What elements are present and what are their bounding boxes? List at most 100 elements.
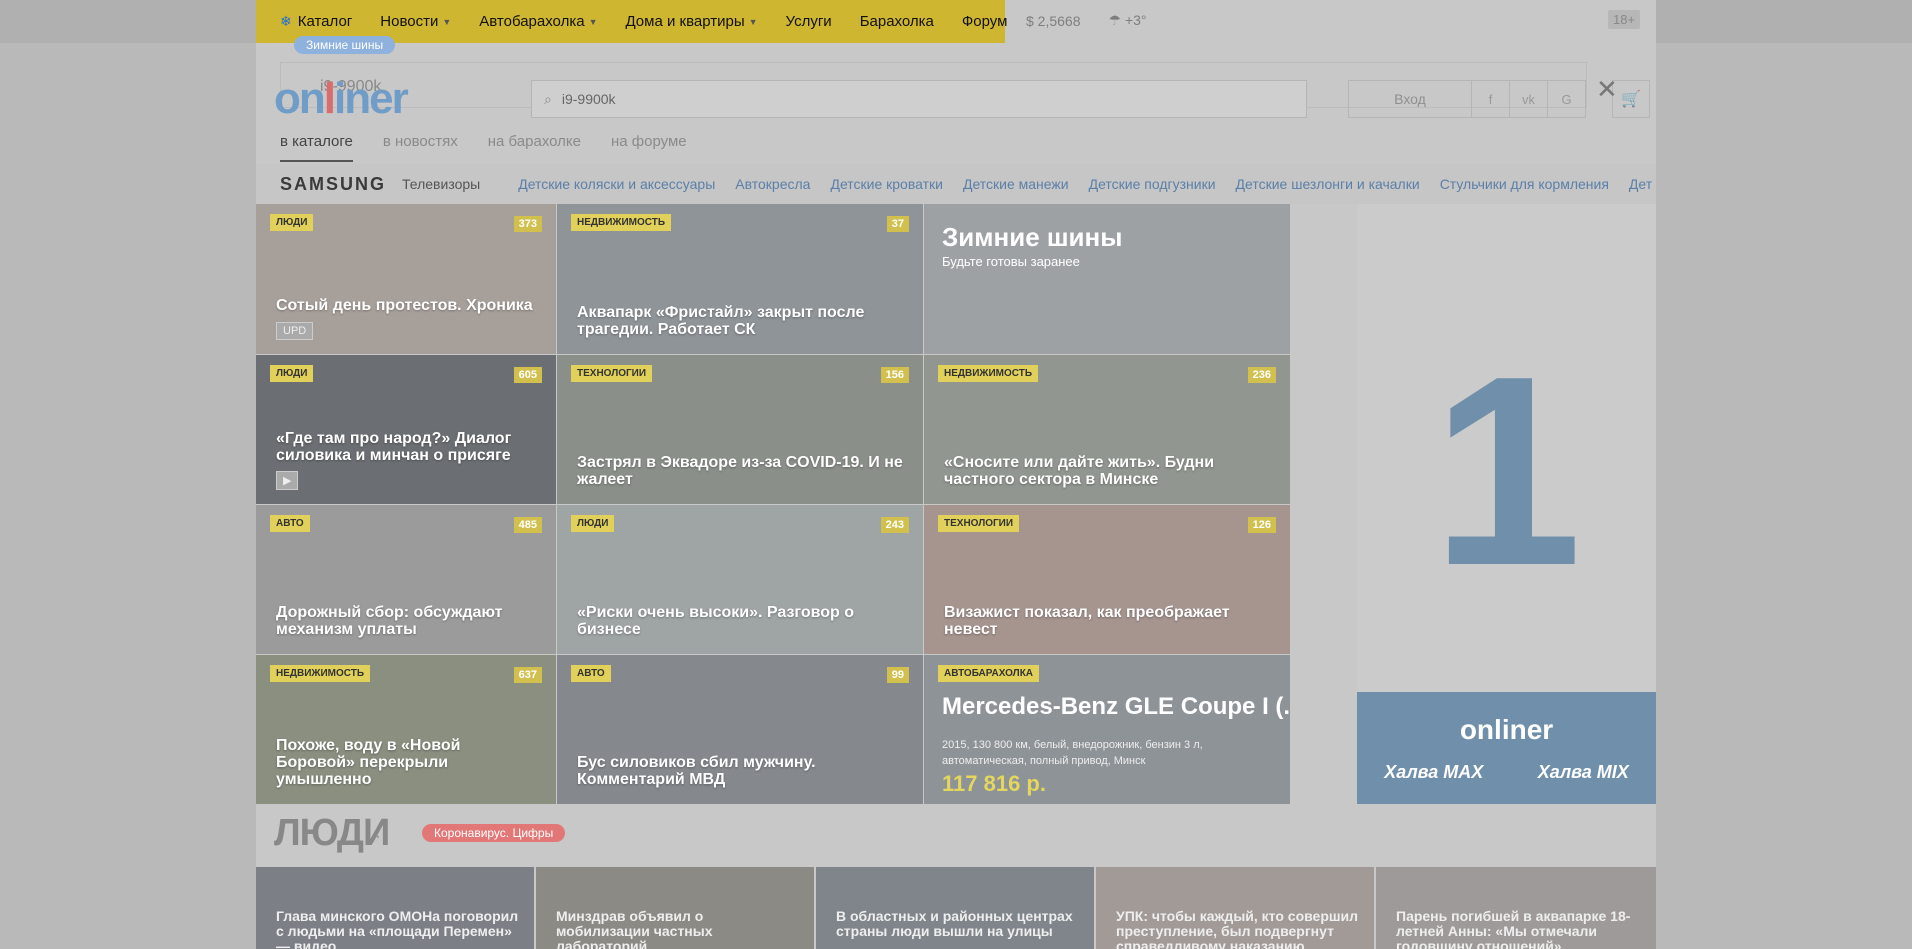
comments-count: 243	[880, 517, 909, 533]
news-card[interactable]: В областных и районных центрах страны лю…	[816, 867, 1094, 949]
news-title: Парень погибшей в аквапарке 18-летней Ан…	[1396, 908, 1631, 949]
page: ❄ Каталог Новости ▼ Автобарахолка ▼ Дома и …	[256, 0, 1656, 949]
promo-title: Зимние шины	[942, 222, 1123, 252]
upd-badge: UPD	[276, 322, 314, 340]
news-card[interactable]: Минздрав объявил о мобилизации частных л…	[536, 867, 814, 949]
category-tag: ТЕХНОЛОГИИ	[938, 515, 1020, 532]
comments-count: 126	[1247, 517, 1276, 533]
corona-pill[interactable]: Коронавирус. Цифры	[422, 824, 566, 842]
nav-item-catalog[interactable]: ❄ Каталог	[280, 13, 352, 30]
category-tag: НЕДВИЖИМОСТЬ	[270, 665, 371, 682]
news-tile[interactable]: ТЕХНОЛОГИИ 156 Застрял в Эквадоре из-за …	[557, 355, 923, 504]
catalog-brand-row: SAMSUNG Телевизоры Детские коляски и акс…	[256, 164, 1656, 204]
nav-item-services[interactable]: Услуги	[786, 13, 832, 30]
news-grid: ЛЮДИ 373 Сотый день протестов. Хроника U…	[256, 204, 1357, 804]
news-title: Аквапарк «Фристайл» закрыт после трагеди…	[577, 304, 865, 338]
brand-tv-link[interactable]: Телевизоры	[402, 176, 480, 192]
tab-forum[interactable]: на форуме	[611, 133, 687, 162]
category-link[interactable]: Детские манежи	[963, 176, 1069, 192]
close-icon[interactable]: ✕	[1596, 74, 1618, 105]
category-tag: АВТОБАРАХОЛКА	[938, 665, 1040, 682]
comments-count: 236	[1247, 367, 1276, 383]
category-link[interactable]: Дет	[1629, 176, 1652, 192]
news-tile[interactable]: ЛЮДИ 605 «Где там про народ?» Диалог сил…	[256, 355, 556, 504]
tab-news[interactable]: в новостях	[383, 133, 458, 162]
promo-tile[interactable]: Зимние шины Будьте готовы заранее	[924, 204, 1290, 354]
category-link[interactable]: Детские подгузники	[1089, 176, 1216, 192]
number-one-graphic: 1	[1432, 321, 1582, 622]
car-ad-tile[interactable]: АВТОБАРАХОЛКА Mercedes-Benz GLE Coupe I …	[924, 655, 1290, 804]
news-tile[interactable]: НЕДВИЖИМОСТЬ 236 «Сносите или дайте жить…	[924, 355, 1290, 504]
section-title[interactable]: ЛЮДИ	[274, 812, 390, 855]
news-tile[interactable]: НЕДВИЖИМОСТЬ 37 Аквапарк «Фристайл» закр…	[557, 204, 923, 354]
category-tag: ЛЮДИ	[270, 214, 314, 231]
search-tabs: в каталоге в новостях на барахолке на фо…	[280, 133, 687, 162]
facebook-icon[interactable]: f	[1471, 81, 1509, 117]
login-button[interactable]: Вход	[1349, 81, 1471, 117]
category-tag: АВТО	[571, 665, 611, 682]
halva-mix-logo: Халва MIX	[1537, 762, 1629, 782]
category-tag: НЕДВИЖИМОСТЬ	[938, 365, 1039, 382]
comments-count: 156	[880, 367, 909, 383]
vk-icon[interactable]: vk	[1509, 81, 1547, 117]
people-section: ЛЮДИ ◔ Коронавирус. Цифры Глава минского…	[256, 804, 1656, 949]
category-link[interactable]: Автокресла	[735, 176, 810, 192]
onliner-logo[interactable]: onliner	[274, 74, 409, 124]
car-title: Mercedes-Benz GLE Coupe I (...	[942, 693, 1290, 720]
news-title: УПК: чтобы каждый, кто совершил преступл…	[1116, 908, 1359, 949]
chevron-down-icon: ▼	[588, 16, 598, 27]
category-tag: ЛЮДИ	[270, 365, 314, 382]
news-tile[interactable]: АВТО 99 Бус силовиков сбил мужчину. Комм…	[557, 655, 923, 804]
news-tile[interactable]: АВТО 485 Дорожный сбор: обсуждают механи…	[256, 505, 556, 654]
category-link[interactable]: Детские кроватки	[830, 176, 943, 192]
category-link[interactable]: Детские шезлонги и качалки	[1236, 176, 1420, 192]
nav-item-baraholka[interactable]: Барахолка	[860, 13, 934, 30]
news-tile[interactable]: ЛЮДИ 373 Сотый день протестов. Хроника U…	[256, 204, 556, 354]
news-title: Застрял в Эквадоре из-за COVID-19. И не …	[577, 454, 903, 488]
login-bar: Вход f vk G	[1348, 80, 1586, 118]
people-news-row: Глава минского ОМОНа поговорил с людьми …	[256, 867, 1656, 949]
nav-item-news[interactable]: Новости ▼	[380, 13, 451, 30]
news-tile[interactable]: ТЕХНОЛОГИИ 126 Визажист показал, как пре…	[924, 505, 1290, 654]
google-icon[interactable]: G	[1547, 81, 1585, 117]
tab-baraholka[interactable]: на барахолке	[488, 133, 581, 162]
category-link[interactable]: Детские коляски и аксессуары	[518, 176, 715, 192]
chevron-down-icon: ▼	[748, 16, 758, 27]
comments-count: 637	[513, 667, 542, 683]
nav-item-autobaraholka[interactable]: Автобарахолка ▼	[479, 13, 597, 30]
nav-item-forum[interactable]: Форум	[962, 13, 1008, 30]
chevron-down-icon: ▼	[442, 16, 452, 27]
news-title: Дорожный сбор: обсуждают механизм уплаты	[276, 604, 503, 638]
samsung-logo[interactable]: SAMSUNG	[280, 174, 386, 195]
news-card[interactable]: Глава минского ОМОНа поговорил с людьми …	[256, 867, 534, 949]
halva-ad[interactable]: onliner Халва MAX Халва MIX	[1357, 692, 1656, 804]
category-link[interactable]: Стульчики для кормления	[1440, 176, 1609, 192]
search-input[interactable]: ⌕ i9-9900k	[531, 80, 1307, 118]
news-card[interactable]: УПК: чтобы каждый, кто совершил преступл…	[1096, 867, 1374, 949]
age-badge: 18+	[1608, 10, 1641, 29]
news-card[interactable]: Парень погибшей в аквапарке 18-летней Ан…	[1376, 867, 1656, 949]
category-tag: ТЕХНОЛОГИИ	[571, 365, 653, 382]
weather[interactable]: ☂ +3°	[1109, 12, 1147, 29]
category-tag: НЕДВИЖИМОСТЬ	[571, 214, 672, 231]
tab-catalog[interactable]: в каталоге	[280, 133, 353, 162]
comments-count: 37	[886, 216, 909, 232]
rss-icon[interactable]: ◔	[373, 830, 380, 844]
promo-pill[interactable]: Зимние шины	[294, 36, 396, 54]
car-description: 2015, 130 800 км, белый, внедорожник, бе…	[942, 739, 1203, 767]
video-icon: ▶	[276, 471, 299, 490]
car-price: 117 816 р.	[942, 771, 1046, 796]
comments-count: 485	[513, 517, 542, 533]
nav-item-realty[interactable]: Дома и квартиры ▼	[625, 13, 757, 30]
news-title: Визажист показал, как преображает невест	[944, 604, 1230, 638]
news-tile[interactable]: ЛЮДИ 243 «Риски очень высоки». Разговор …	[557, 505, 923, 654]
halva-max-logo: Халва MAX	[1384, 762, 1484, 782]
comments-count: 605	[513, 367, 542, 383]
nav-extras: $ 2,5668 ☂ +3°	[1026, 12, 1147, 29]
currency-rate[interactable]: $ 2,5668	[1026, 13, 1081, 29]
ad-brand: onliner	[1459, 714, 1554, 745]
news-title: Минздрав объявил о мобилизации частных л…	[556, 908, 713, 949]
ad-cards: Халва MAX Халва MIX	[1357, 762, 1656, 783]
news-tile[interactable]: НЕДВИЖИМОСТЬ 637 Похоже, воду в «Новой Б…	[256, 655, 556, 804]
banner-ad[interactable]: 1	[1357, 204, 1656, 693]
